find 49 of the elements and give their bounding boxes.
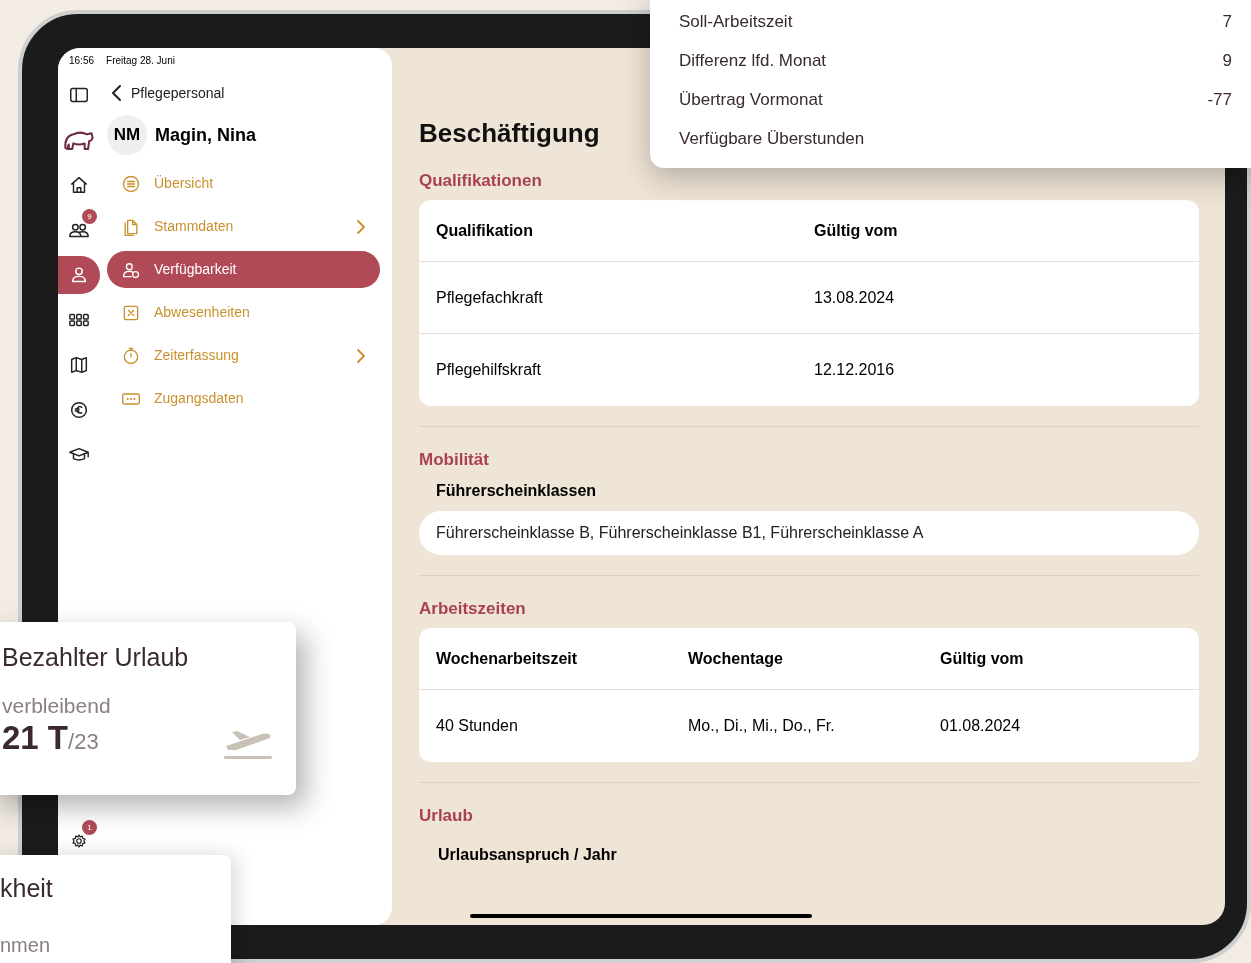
row-value: -77 (1207, 88, 1233, 111)
avatar: NM (107, 115, 147, 155)
stopwatch-icon (121, 345, 141, 366)
menu-item[interactable]: Übersicht (107, 165, 380, 202)
row-value: 7 (1222, 10, 1233, 33)
menu-item[interactable]: Zugangsdaten (107, 380, 380, 417)
list-icon (121, 173, 141, 194)
table-cell-text: 13.08.2024 (814, 287, 896, 308)
row-label: Verfügbare Überstunden (679, 127, 865, 150)
section-title: Urlaub (419, 805, 474, 827)
table-cell-text: Pflegefachkraft (436, 287, 544, 308)
card-title: kheit (0, 873, 54, 903)
remaining-days: 21 T/23 (2, 718, 99, 762)
back-chevron-icon (111, 84, 123, 102)
card-title: Bezahlter Urlaub (2, 642, 190, 672)
remaining-label: verbleibend (2, 694, 112, 718)
page-title: Beschäftigung (419, 117, 600, 150)
input-field[interactable]: Führerscheinklasse B, Führerscheinklasse B1, Führerscheinklasse A (419, 511, 1199, 555)
table-cell-text: 01.08.2024 (940, 716, 1022, 736)
column-header: Gültig vom (814, 220, 899, 241)
table-cell-text: Mo., Di., Mi., Do., Fr. (688, 716, 836, 736)
status-date: Freitag 28. Juni (106, 54, 175, 68)
column-header: Gültig vom (940, 648, 1025, 669)
row-label: Übertrag Vormonat (679, 88, 823, 111)
column-header: Wochentage (688, 648, 784, 669)
menu-item[interactable]: Verfügbarkeit (107, 251, 380, 288)
section-title: Arbeitszeiten (419, 598, 527, 620)
table-cell-text: 40 Stunden (436, 716, 519, 736)
column-header: Wochenarbeitszeit (436, 648, 579, 669)
card-caption: nmen (0, 933, 52, 957)
person-name: Magin, Nina (155, 123, 256, 147)
row-label: Soll-Arbeitszeit (679, 10, 793, 33)
column-header: Qualifikation (436, 220, 534, 241)
rail-tab[interactable] (58, 255, 100, 294)
section-title: Mobilität (419, 449, 490, 471)
table-cell-text: 12.12.2016 (814, 360, 896, 380)
row-value: 9 (1222, 49, 1233, 72)
row-label: Differenz lfd. Monat (679, 49, 827, 72)
table-cell-text: Pflegehilfskraft (436, 360, 542, 380)
notification-badge: 9 (82, 209, 97, 224)
menu-item[interactable]: Zeiterfassung (107, 337, 380, 374)
status-time: 16:56 (69, 54, 95, 68)
menu-item[interactable]: Abwesenheiten (107, 294, 380, 331)
back-button[interactable]: Pflegepersonal (107, 73, 380, 113)
field-label: Führerscheinklassen (435, 481, 598, 501)
section-title: Qualifikationen (419, 170, 543, 192)
menu-item[interactable]: Stammdaten (107, 208, 380, 245)
notification-badge: 1 (82, 820, 97, 835)
field-label: Urlaubsanspruch / Jahr (437, 845, 618, 865)
